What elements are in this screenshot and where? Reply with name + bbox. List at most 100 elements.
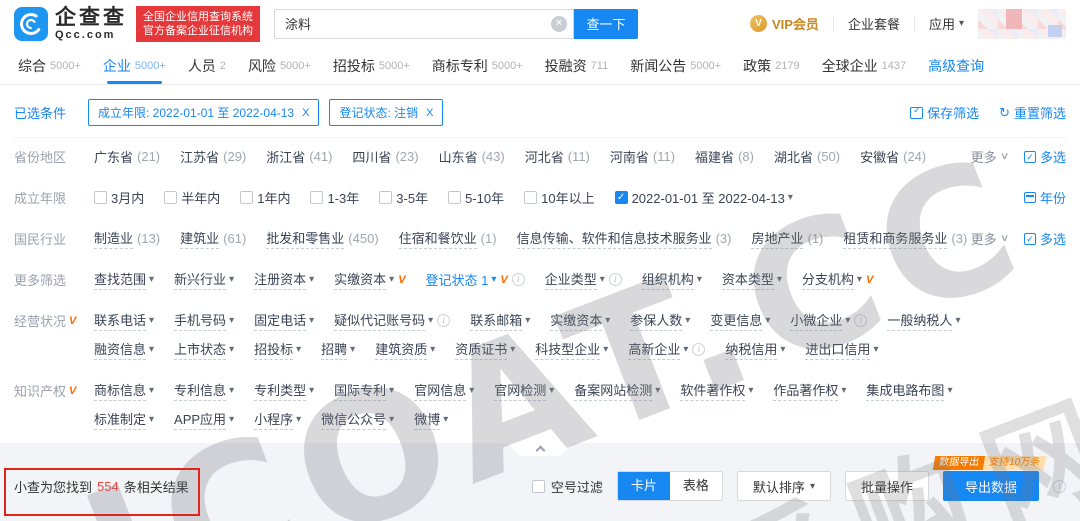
more-filters-item[interactable]: 查找范围▾ bbox=[94, 269, 154, 290]
view-table-segment[interactable]: 表格 bbox=[670, 472, 722, 500]
province-action-item[interactable]: ✓多选 bbox=[1024, 147, 1066, 166]
checkbox-icon[interactable] bbox=[524, 191, 537, 204]
province-item[interactable]: 福建省(8) bbox=[695, 147, 754, 166]
business-status-item[interactable]: 融资信息▾ bbox=[94, 339, 154, 360]
business-status-item[interactable]: 小微企业▾i bbox=[790, 310, 867, 331]
industry-item[interactable]: 批发和零售业(450) bbox=[266, 228, 378, 249]
tab-新闻公告[interactable]: 新闻公告5000+ bbox=[630, 47, 721, 84]
tab-高级查询[interactable]: 高级查询 bbox=[928, 47, 984, 84]
remove-condition-icon[interactable]: X bbox=[426, 107, 433, 119]
province-item[interactable]: 河北省(11) bbox=[525, 147, 590, 166]
intellectual-property-item[interactable]: 微信公众号▾ bbox=[321, 409, 394, 430]
more-filters-item[interactable]: 分支机构▾V bbox=[802, 269, 873, 290]
sort-button[interactable]: 默认排序 ▾ bbox=[737, 471, 831, 501]
industry-action-item[interactable]: ✓多选 bbox=[1024, 229, 1066, 248]
checkbox-icon[interactable]: ✓ bbox=[615, 191, 628, 204]
checkbox-icon[interactable] bbox=[164, 191, 177, 204]
business-status-item[interactable]: 进出口信用▾ bbox=[805, 339, 878, 360]
more-filters-item[interactable]: 企业类型▾i bbox=[545, 269, 622, 290]
province-item[interactable]: 四川省(23) bbox=[352, 147, 418, 166]
empty-number-filter-checkbox[interactable]: 空号过滤 bbox=[532, 477, 603, 496]
more-filters-item[interactable]: 组织机构▾ bbox=[642, 269, 702, 290]
province-item[interactable]: 山东省(43) bbox=[439, 147, 505, 166]
intellectual-property-item[interactable]: 专利类型▾ bbox=[254, 380, 314, 401]
intellectual-property-item[interactable]: 小程序▾ bbox=[254, 409, 301, 430]
tab-风险[interactable]: 风险5000+ bbox=[248, 47, 311, 84]
intellectual-property-item[interactable]: 商标信息▾ bbox=[94, 380, 154, 401]
tab-投融资[interactable]: 投融资711 bbox=[545, 47, 609, 84]
qcc-logo[interactable]: 企查查 Qcc.com bbox=[14, 7, 127, 41]
checkbox-icon[interactable] bbox=[448, 191, 461, 204]
search-input[interactable] bbox=[274, 9, 574, 39]
view-card-segment[interactable]: 卡片 bbox=[618, 472, 670, 500]
clear-search-icon[interactable]: ✕ bbox=[551, 16, 567, 32]
tab-人员[interactable]: 人员2 bbox=[188, 47, 226, 84]
info-icon[interactable]: i bbox=[1053, 480, 1066, 493]
business-status-item[interactable]: 一般纳税人▾ bbox=[887, 310, 960, 331]
checkbox-icon[interactable] bbox=[94, 191, 107, 204]
intellectual-property-item[interactable]: 标准制定▾ bbox=[94, 409, 154, 430]
business-status-item[interactable]: 科技型企业▾ bbox=[535, 339, 608, 360]
tab-招投标[interactable]: 招投标5000+ bbox=[333, 47, 410, 84]
more-filters-item[interactable]: 实缴资本▾V bbox=[334, 269, 405, 290]
intellectual-property-item[interactable]: 官网信息▾ bbox=[414, 380, 474, 401]
intellectual-property-item[interactable]: 微博▾ bbox=[414, 409, 448, 430]
export-data-button[interactable]: 导出数据 bbox=[943, 471, 1039, 501]
founded-years-item[interactable]: 1-3年 bbox=[310, 188, 359, 207]
business-status-item[interactable]: 联系邮箱▾ bbox=[470, 310, 530, 331]
intellectual-property-item[interactable]: 专利信息▾ bbox=[174, 380, 234, 401]
industry-item[interactable]: 租赁和商务服务业(3) bbox=[843, 228, 967, 249]
more-filters-item[interactable]: 资本类型▾ bbox=[722, 269, 782, 290]
checkbox-icon[interactable] bbox=[379, 191, 392, 204]
industry-item[interactable]: 建筑业(61) bbox=[180, 228, 246, 249]
tab-综合[interactable]: 综合5000+ bbox=[18, 47, 81, 84]
province-item[interactable]: 江苏省(29) bbox=[180, 147, 246, 166]
intellectual-property-item[interactable]: 国际专利▾ bbox=[334, 380, 394, 401]
remove-condition-icon[interactable]: X bbox=[302, 107, 309, 119]
reset-filter-button[interactable]: ↻ 重置筛选 bbox=[999, 103, 1066, 122]
business-status-item[interactable]: 参保人数▾ bbox=[630, 310, 690, 331]
business-status-item[interactable]: 资质证书▾ bbox=[455, 339, 515, 360]
business-status-item[interactable]: 招投标▾ bbox=[254, 339, 301, 360]
province-action-item[interactable]: 更多∨ bbox=[971, 147, 1008, 166]
business-status-item[interactable]: 高新企业▾i bbox=[628, 339, 705, 360]
more-filters-item[interactable]: 登记状态 1▾Vi bbox=[426, 270, 525, 289]
province-item[interactable]: 安徽省(24) bbox=[860, 147, 926, 166]
founded-years-item[interactable]: 1年内 bbox=[240, 188, 290, 207]
selected-condition-tag[interactable]: 登记状态: 注销X bbox=[329, 99, 443, 126]
intellectual-property-item[interactable]: 作品著作权▾ bbox=[773, 380, 846, 401]
intellectual-property-item[interactable]: 官网检测▾ bbox=[494, 380, 554, 401]
business-status-item[interactable]: 招聘▾ bbox=[321, 339, 355, 360]
founded-years-item[interactable]: 5-10年 bbox=[448, 188, 504, 207]
more-filters-item[interactable]: 新兴行业▾ bbox=[174, 269, 234, 290]
founded-years-item[interactable]: 半年内 bbox=[164, 188, 220, 207]
business-status-item[interactable]: 建筑资质▾ bbox=[375, 339, 435, 360]
selected-condition-tag[interactable]: 成立年限: 2022-01-01 至 2022-04-13X bbox=[88, 99, 319, 126]
tab-企业[interactable]: 企业5000+ bbox=[103, 47, 166, 84]
business-status-item[interactable]: 疑似代记账号码▾i bbox=[334, 310, 450, 331]
intellectual-property-item[interactable]: 软件著作权▾ bbox=[680, 380, 753, 401]
apps-menu[interactable]: 应用 ▾ bbox=[929, 14, 964, 33]
founded-years-item[interactable]: 3-5年 bbox=[379, 188, 428, 207]
industry-action-item[interactable]: 更多∨ bbox=[971, 229, 1008, 248]
tab-政策[interactable]: 政策2179 bbox=[743, 47, 799, 84]
business-status-item[interactable]: 联系电话▾ bbox=[94, 310, 154, 331]
intellectual-property-item[interactable]: 备案网站检测▾ bbox=[574, 380, 660, 401]
save-filter-button[interactable]: 保存筛选 bbox=[910, 103, 979, 122]
industry-item[interactable]: 住宿和餐饮业(1) bbox=[399, 228, 497, 249]
business-status-item[interactable]: 纳税信用▾ bbox=[725, 339, 785, 360]
business-status-item[interactable]: 固定电话▾ bbox=[254, 310, 314, 331]
province-item[interactable]: 广东省(21) bbox=[94, 147, 160, 166]
intellectual-property-item[interactable]: 集成电路布图▾ bbox=[866, 380, 952, 401]
checkbox-icon[interactable] bbox=[310, 191, 323, 204]
checkbox-icon[interactable] bbox=[240, 191, 253, 204]
more-filters-item[interactable]: 注册资本▾ bbox=[254, 269, 314, 290]
business-status-item[interactable]: 变更信息▾ bbox=[710, 310, 770, 331]
tab-商标专利[interactable]: 商标专利5000+ bbox=[432, 47, 523, 84]
intellectual-property-item[interactable]: APP应用▾ bbox=[174, 409, 234, 430]
founded-years-action-item[interactable]: 年份 bbox=[1024, 188, 1066, 207]
founded-years-item[interactable]: 3月内 bbox=[94, 188, 144, 207]
industry-item[interactable]: 房地产业(1) bbox=[751, 228, 823, 249]
collapse-panel-button[interactable] bbox=[507, 443, 573, 456]
founded-years-item[interactable]: 10年以上 bbox=[524, 188, 594, 207]
